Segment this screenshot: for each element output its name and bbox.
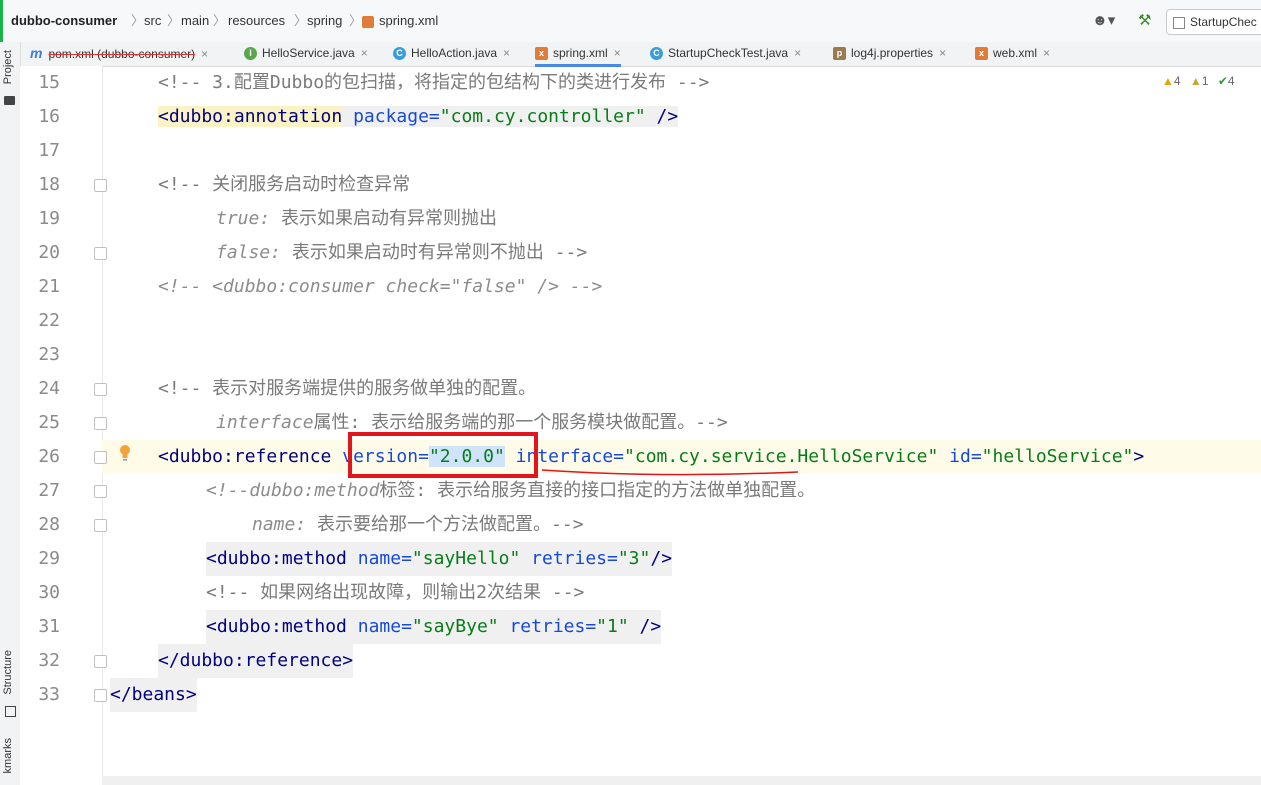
chevron-right-icon: 〉 [349,13,363,28]
tab-pom-xml[interactable]: m pom.xml (dubbo-consumer) × [30,42,208,66]
horizontal-scrollbar[interactable] [102,776,1261,785]
inspection-widget[interactable]: ▲4 ▲1 ✔4 [1162,74,1235,88]
run-configuration-select[interactable]: StartupChec [1166,9,1261,35]
warning-icon: ▲ [1162,74,1174,88]
code-line-19[interactable]: true: 表示如果启动有异常则抛出 [216,202,497,236]
project-tool-button[interactable]: Project [2,50,14,84]
line-number: 16 [38,106,60,127]
line-number: 31 [38,616,60,637]
code-line-21[interactable]: <!-- <dubbo:consumer check="false" /> --… [158,270,602,304]
code-line-16[interactable]: <dubbo:annotation package="com.cy.contro… [158,100,679,134]
chevron-right-icon: 〉 [167,13,181,28]
line-number: 22 [38,310,60,331]
code-line-24[interactable]: <!-- 表示对服务端提供的服务做单独的配置。 [158,372,536,406]
maven-icon: m [30,45,43,61]
class-icon: C [393,47,406,61]
close-icon[interactable]: × [939,46,946,60]
highlight-annotation-box [348,432,538,478]
line-number: 33 [38,684,60,705]
editor-tabs: m pom.xml (dubbo-consumer) × I HelloService… [20,42,1261,67]
fold-marker[interactable] [94,485,107,498]
breadcrumb-project[interactable]: dubbo-consumer [11,0,117,42]
weak-warning-icon: ▲ [1189,74,1202,88]
build-hammer-icon[interactable]: ⚒ [1138,11,1151,31]
line-number: 15 [38,72,60,93]
close-icon[interactable]: × [1043,46,1050,60]
breadcrumb-spring[interactable]: spring [307,0,342,42]
fold-marker[interactable] [94,247,107,260]
check-icon: ✔ [1217,74,1228,88]
breadcrumb-src[interactable]: src [144,0,161,42]
structure-icon [5,706,16,717]
close-icon[interactable]: × [503,46,510,60]
test-class-icon: C [650,47,663,61]
interface-icon: I [244,47,257,61]
bookmarks-tool-button[interactable]: kmarks [2,738,14,773]
fold-marker[interactable] [94,383,107,396]
fold-marker[interactable] [94,519,107,532]
line-number: 29 [38,548,60,569]
breadcrumb-file[interactable]: spring.xml [362,0,438,42]
fold-marker[interactable] [94,655,107,668]
code-line-29[interactable]: <dubbo:method name="sayHello" retries="3… [206,542,673,576]
code-line-20[interactable]: false: 表示如果启动时有异常则不抛出 --> [216,236,587,270]
code-line-32[interactable]: </dubbo:reference> [158,644,354,678]
line-number: 18 [38,174,60,195]
properties-icon: p [833,47,846,61]
fold-marker[interactable] [94,417,107,430]
line-number: 23 [38,344,60,365]
xml-icon: x [535,47,548,61]
line-number: 21 [38,276,60,297]
line-number: 27 [38,480,60,501]
vcs-indicator [0,0,9,42]
tab-web-xml[interactable]: x web.xml × [975,42,1050,66]
tab-log4j[interactable]: p log4j.properties × [833,42,946,66]
chevron-right-icon: 〉 [131,13,145,28]
config-icon [1173,16,1185,29]
close-icon[interactable]: × [614,46,621,60]
code-line-28[interactable]: name: 表示要给那一个方法做配置。--> [252,508,584,542]
code-line-33[interactable]: </beans> [110,678,197,712]
lightbulb-icon[interactable] [118,444,132,462]
xml-icon [362,15,374,28]
tab-spring-xml[interactable]: x spring.xml × [535,42,621,67]
line-number: 19 [38,208,60,229]
fold-marker[interactable] [94,689,107,702]
navigation-bar: dubbo-consumer 〉 src 〉 main 〉 resources … [0,0,1261,43]
line-number: 25 [38,412,60,433]
line-number: 30 [38,582,60,603]
code-line-30[interactable]: <!-- 如果网络出现故障，则输出2次结果 --> [206,576,584,610]
breadcrumb-main[interactable]: main [181,0,209,42]
fold-marker[interactable] [94,179,107,192]
close-icon[interactable]: × [794,46,801,60]
breadcrumb-resources[interactable]: resources [228,0,285,42]
line-number: 17 [38,140,60,161]
user-icon[interactable]: ☻▾ [1092,11,1115,31]
close-icon[interactable]: × [201,47,208,61]
close-icon[interactable]: × [361,46,368,60]
line-number: 26 [38,446,60,467]
line-number: 28 [38,514,60,535]
tab-startupchecktest[interactable]: C StartupCheckTest.java × [650,42,801,66]
folder-icon [4,96,15,105]
code-line-31[interactable]: <dubbo:method name="sayBye" retries="1" … [206,610,662,644]
tab-helloservice[interactable]: I HelloService.java × [244,42,368,66]
left-tool-bar: Project Structure kmarks [0,42,21,785]
fold-marker[interactable] [94,451,107,464]
line-number: 32 [38,650,60,671]
code-line-18[interactable]: <!-- 关闭服务启动时检查异常 [158,168,410,202]
line-number: 20 [38,242,60,263]
chevron-right-icon: 〉 [213,13,227,28]
tab-helloaction[interactable]: C HelloAction.java × [393,42,510,66]
line-number: 24 [38,378,60,399]
xml-icon: x [975,47,988,61]
code-line-15[interactable]: <!-- 3.配置Dubbo的包扫描，将指定的包结构下的类进行发布 --> [158,66,709,100]
code-line-27[interactable]: <!--dubbo:method标签: 表示给服务直接的接口指定的方法做单独配置… [206,474,815,508]
structure-tool-button[interactable]: Structure [2,650,14,695]
chevron-right-icon: 〉 [294,13,308,28]
